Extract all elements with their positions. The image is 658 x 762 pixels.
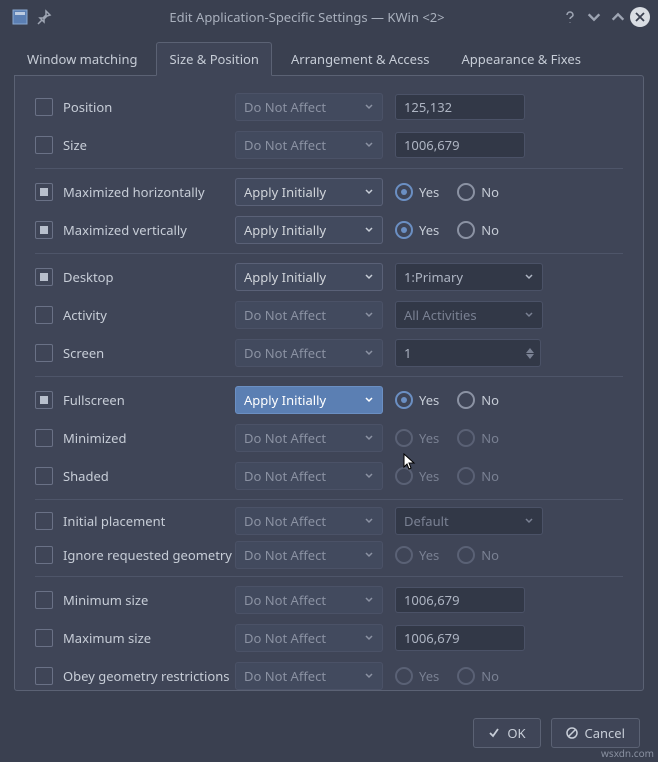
label-activity: Activity: [63, 306, 107, 324]
rule-max-v[interactable]: Apply Initially: [235, 216, 383, 244]
radio-max-h-yes[interactable]: Yes: [395, 183, 439, 201]
radio-minimized-no: No: [457, 429, 499, 447]
label-obey-geom: Obey geometry restrictions: [63, 667, 229, 685]
label-shaded: Shaded: [63, 467, 109, 485]
rule-max-h[interactable]: Apply Initially: [235, 178, 383, 206]
help-icon[interactable]: [562, 9, 578, 25]
rule-min-size[interactable]: Do Not Affect: [235, 586, 383, 614]
label-size: Size: [63, 136, 87, 154]
tab-size-position[interactable]: Size & Position: [156, 42, 271, 76]
rule-activity[interactable]: Do Not Affect: [235, 301, 383, 329]
value-max-size[interactable]: [395, 625, 525, 651]
checkbox-shaded[interactable]: [35, 467, 53, 485]
value-position[interactable]: [395, 94, 525, 120]
app-icon: [12, 9, 28, 25]
radio-shaded-no: No: [457, 467, 499, 485]
label-screen: Screen: [63, 344, 104, 362]
pin-icon[interactable]: [36, 9, 52, 25]
label-max-h: Maximized horizontally: [63, 183, 205, 201]
maximize-icon[interactable]: [610, 9, 626, 25]
radio-obey-no: No: [457, 667, 499, 685]
label-min-size: Minimum size: [63, 591, 148, 609]
radio-shaded-yes: Yes: [395, 467, 439, 485]
label-desktop: Desktop: [63, 268, 114, 286]
value-min-size[interactable]: [395, 587, 525, 613]
checkbox-obey-geom[interactable]: [35, 667, 53, 685]
rule-desktop[interactable]: Apply Initially: [235, 263, 383, 291]
label-max-size: Maximum size: [63, 629, 151, 647]
close-button[interactable]: [630, 7, 650, 27]
value-size[interactable]: [395, 132, 525, 158]
checkbox-ignore-geom[interactable]: [35, 546, 53, 564]
rule-obey-geom[interactable]: Do Not Affect: [235, 662, 383, 690]
checkbox-max-v[interactable]: [35, 221, 53, 239]
value-screen[interactable]: 1: [395, 339, 541, 367]
ok-button[interactable]: OK: [473, 718, 540, 748]
radio-obey-yes: Yes: [395, 667, 439, 685]
value-desktop[interactable]: 1:Primary: [395, 263, 543, 291]
rule-shaded[interactable]: Do Not Affect: [235, 462, 383, 490]
window-title: Edit Application-Specific Settings — KWi…: [56, 8, 558, 26]
settings-panel: Position Do Not Affect Size Do Not Affec…: [14, 75, 644, 691]
rule-fullscreen[interactable]: Apply Initially: [235, 386, 383, 414]
checkbox-fullscreen[interactable]: [35, 391, 53, 409]
radio-ignore-yes: Yes: [395, 546, 439, 564]
tab-arrangement-access[interactable]: Arrangement & Access: [278, 42, 443, 76]
tab-bar: Window matching Size & Position Arrangem…: [0, 34, 658, 76]
label-position: Position: [63, 98, 112, 116]
rule-position[interactable]: Do Not Affect: [235, 93, 383, 121]
label-max-v: Maximized vertically: [63, 221, 187, 239]
label-ignore-geom: Ignore requested geometry: [63, 546, 232, 564]
checkbox-position[interactable]: [35, 98, 53, 116]
checkbox-max-h[interactable]: [35, 183, 53, 201]
rule-ignore-geom[interactable]: Do Not Affect: [235, 541, 383, 569]
radio-ignore-no: No: [457, 546, 499, 564]
radio-fullscreen-no[interactable]: No: [457, 391, 499, 409]
checkbox-minimized[interactable]: [35, 429, 53, 447]
value-placement[interactable]: Default: [395, 507, 543, 535]
radio-max-v-yes[interactable]: Yes: [395, 221, 439, 239]
radio-minimized-yes: Yes: [395, 429, 439, 447]
checkbox-max-size[interactable]: [35, 629, 53, 647]
radio-max-h-no[interactable]: No: [457, 183, 499, 201]
checkbox-screen[interactable]: [35, 344, 53, 362]
label-fullscreen: Fullscreen: [63, 391, 125, 409]
rule-max-size[interactable]: Do Not Affect: [235, 624, 383, 652]
rule-size[interactable]: Do Not Affect: [235, 131, 383, 159]
watermark: wsxdn.com: [601, 746, 654, 760]
radio-fullscreen-yes[interactable]: Yes: [395, 391, 439, 409]
rule-placement[interactable]: Do Not Affect: [235, 507, 383, 535]
label-placement: Initial placement: [63, 512, 165, 530]
rule-minimized[interactable]: Do Not Affect: [235, 424, 383, 452]
checkbox-activity[interactable]: [35, 306, 53, 324]
radio-max-v-no[interactable]: No: [457, 221, 499, 239]
rule-screen[interactable]: Do Not Affect: [235, 339, 383, 367]
value-activity[interactable]: All Activities: [395, 301, 543, 329]
cancel-button[interactable]: Cancel: [551, 718, 640, 748]
checkbox-placement[interactable]: [35, 512, 53, 530]
checkbox-desktop[interactable]: [35, 268, 53, 286]
label-minimized: Minimized: [63, 429, 126, 447]
minimize-icon[interactable]: [586, 9, 602, 25]
tab-window-matching[interactable]: Window matching: [14, 42, 150, 76]
checkbox-size[interactable]: [35, 136, 53, 154]
tab-appearance-fixes[interactable]: Appearance & Fixes: [448, 42, 593, 76]
checkbox-min-size[interactable]: [35, 591, 53, 609]
